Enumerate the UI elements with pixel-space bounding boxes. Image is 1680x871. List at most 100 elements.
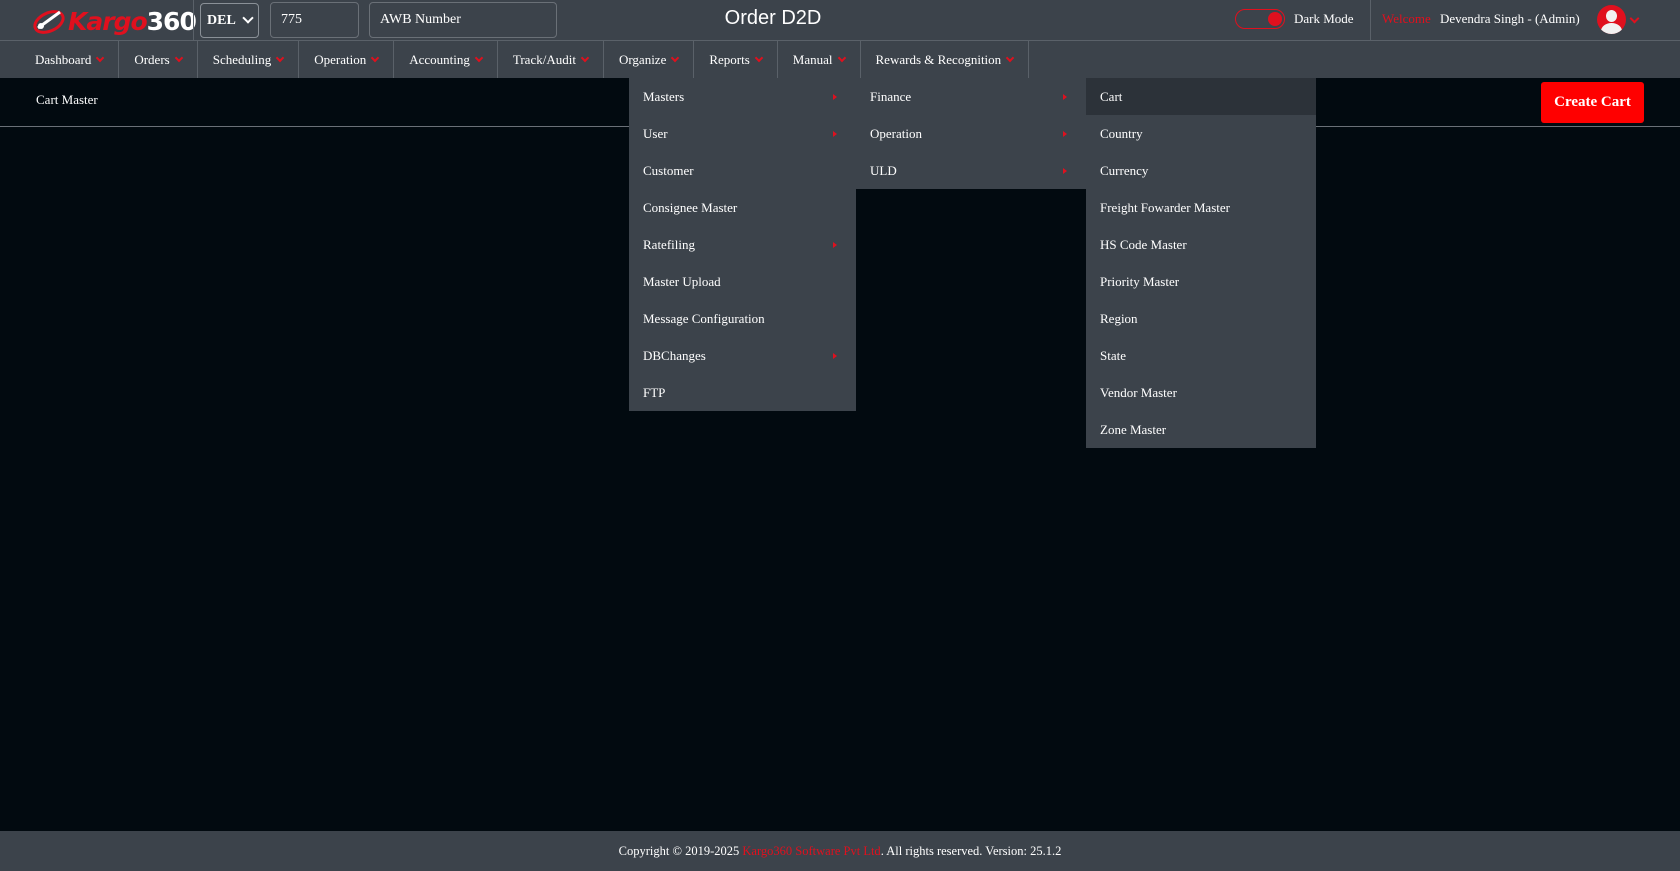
dark-mode-toggle[interactable] — [1235, 9, 1285, 29]
main-nav: Dashboard Orders Scheduling Operation Ac… — [0, 41, 1680, 78]
chevron-down-icon — [174, 53, 183, 62]
nav-accounting[interactable]: Accounting — [394, 41, 498, 78]
menu-item-consignee-master[interactable]: Consignee Master — [629, 189, 856, 226]
menu-item-label: ULD — [870, 162, 897, 178]
menu-item-label: Operation — [870, 125, 922, 141]
menu-item-label: Region — [1100, 310, 1138, 326]
toggle-knob — [1268, 11, 1282, 26]
menu-item-label: Cart — [1100, 88, 1123, 104]
caret-right-icon — [1063, 131, 1067, 137]
menu-item-label: Zone Master — [1100, 421, 1167, 437]
menu-item-label: Currency — [1100, 162, 1149, 178]
menu-item-operation[interactable]: Operation — [856, 115, 1086, 152]
caret-right-icon — [833, 242, 837, 248]
user-name: Devendra Singh - (Admin) — [1440, 11, 1580, 26]
caret-right-icon — [1063, 94, 1067, 100]
menu-item-country[interactable]: Country — [1086, 115, 1316, 152]
nav-track-audit[interactable]: Track/Audit — [498, 41, 604, 78]
menu-item-label: DBChanges — [643, 347, 706, 363]
chevron-down-icon — [580, 53, 590, 62]
nav-label: Scheduling — [212, 51, 272, 67]
dark-mode-label: Dark Mode — [1294, 11, 1354, 26]
menu-item-ftp[interactable]: FTP — [629, 374, 856, 411]
nav-label: Accounting — [409, 51, 470, 67]
menu-item-message-configuration[interactable]: Message Configuration — [629, 300, 856, 337]
nav-label: Organize — [618, 51, 667, 67]
chevron-down-icon — [754, 53, 764, 62]
menu-item-customer[interactable]: Customer — [629, 152, 856, 189]
menu-item-label: Consignee Master — [643, 199, 738, 215]
nav-manual[interactable]: Manual — [778, 41, 861, 78]
version-text: . All rights reserved. Version: 25.1.2 — [880, 843, 1062, 858]
menu-item-masters[interactable]: Masters — [629, 78, 856, 115]
chevron-down-icon — [1005, 53, 1015, 62]
menu-item-uld[interactable]: ULD — [856, 152, 1086, 189]
menu-item-label: FTP — [643, 384, 666, 400]
chevron-down-icon — [370, 53, 380, 62]
menu-item-label: Freight Fowarder Master — [1100, 199, 1230, 215]
chevron-down-icon — [275, 53, 285, 62]
chevron-down-icon — [837, 53, 846, 62]
menu-item-ratefiling[interactable]: Ratefiling — [629, 226, 856, 263]
nav-operation[interactable]: Operation — [299, 41, 395, 78]
menu-item-freight-forwarder-master[interactable]: Freight Fowarder Master — [1086, 189, 1316, 226]
menu-item-dbchanges[interactable]: DBChanges — [629, 337, 856, 374]
finance-submenu: Cart Country Currency Freight Fowarder M… — [1086, 78, 1316, 448]
copyright-text: Copyright © 2019-2025 — [618, 843, 740, 858]
company-link[interactable]: Kargo360 Software Pvt Ltd — [742, 844, 880, 859]
top-header: Kargo360 DEL 775 AWB Number Order D2D Da… — [0, 0, 1680, 41]
nav-label: Operation — [314, 51, 367, 67]
avatar-head — [1606, 10, 1617, 22]
menu-item-label: Vendor Master — [1100, 384, 1177, 400]
chevron-down-icon — [474, 53, 484, 62]
menu-item-label: Message Configuration — [643, 310, 765, 326]
avatar-shoulders — [1601, 23, 1622, 34]
menu-item-label: HS Code Master — [1100, 236, 1187, 252]
nav-label: Track/Audit — [512, 51, 576, 67]
nav-reports[interactable]: Reports — [694, 41, 778, 78]
menu-item-label: Masters — [643, 88, 685, 104]
menu-item-label: Ratefiling — [643, 236, 695, 252]
menu-item-cart[interactable]: Cart — [1086, 78, 1316, 115]
nav-dashboard[interactable]: Dashboard — [20, 41, 120, 78]
nav-scheduling[interactable]: Scheduling — [198, 41, 300, 78]
menu-item-label: Priority Master — [1100, 273, 1180, 289]
breadcrumb: Cart Master — [36, 92, 98, 107]
user-avatar-icon[interactable] — [1597, 5, 1626, 34]
menu-item-currency[interactable]: Currency — [1086, 152, 1316, 189]
chevron-down-icon — [671, 53, 680, 62]
nav-rewards-recognition[interactable]: Rewards & Recognition — [861, 41, 1030, 78]
caret-right-icon — [833, 94, 837, 100]
menu-item-user[interactable]: User — [629, 115, 856, 152]
welcome-label: Welcome — [1382, 11, 1431, 26]
nav-label: Rewards & Recognition — [875, 51, 1002, 67]
menu-item-state[interactable]: State — [1086, 337, 1316, 374]
nav-label: Reports — [709, 51, 750, 67]
menu-item-master-upload[interactable]: Master Upload — [629, 263, 856, 300]
nav-label: Manual — [792, 51, 833, 67]
nav-orders[interactable]: Orders — [119, 41, 198, 78]
nav-label: Dashboard — [35, 51, 92, 67]
menu-item-label: Master Upload — [643, 273, 721, 289]
menu-item-label: Finance — [870, 88, 912, 104]
menu-item-label: State — [1100, 347, 1126, 363]
menu-item-priority-master[interactable]: Priority Master — [1086, 263, 1316, 300]
menu-item-label: User — [643, 125, 668, 141]
nav-label: Orders — [134, 51, 170, 67]
menu-item-finance[interactable]: Finance — [856, 78, 1086, 115]
menu-item-label: Country — [1100, 125, 1143, 141]
nav-organize[interactable]: Organize — [603, 41, 695, 78]
organize-dropdown: Masters User Customer Consignee Master R… — [629, 78, 856, 411]
header-divider — [1370, 0, 1371, 41]
menu-item-zone-master[interactable]: Zone Master — [1086, 411, 1316, 448]
create-cart-button[interactable]: Create Cart — [1541, 82, 1644, 123]
chevron-down-icon[interactable] — [1629, 13, 1640, 24]
menu-item-label: Customer — [643, 162, 694, 178]
menu-item-region[interactable]: Region — [1086, 300, 1316, 337]
masters-submenu: Finance Operation ULD — [856, 78, 1086, 189]
menu-item-hs-code-master[interactable]: HS Code Master — [1086, 226, 1316, 263]
caret-right-icon — [1063, 168, 1067, 174]
caret-right-icon — [833, 131, 837, 137]
chevron-down-icon — [96, 53, 105, 62]
menu-item-vendor-master[interactable]: Vendor Master — [1086, 374, 1316, 411]
